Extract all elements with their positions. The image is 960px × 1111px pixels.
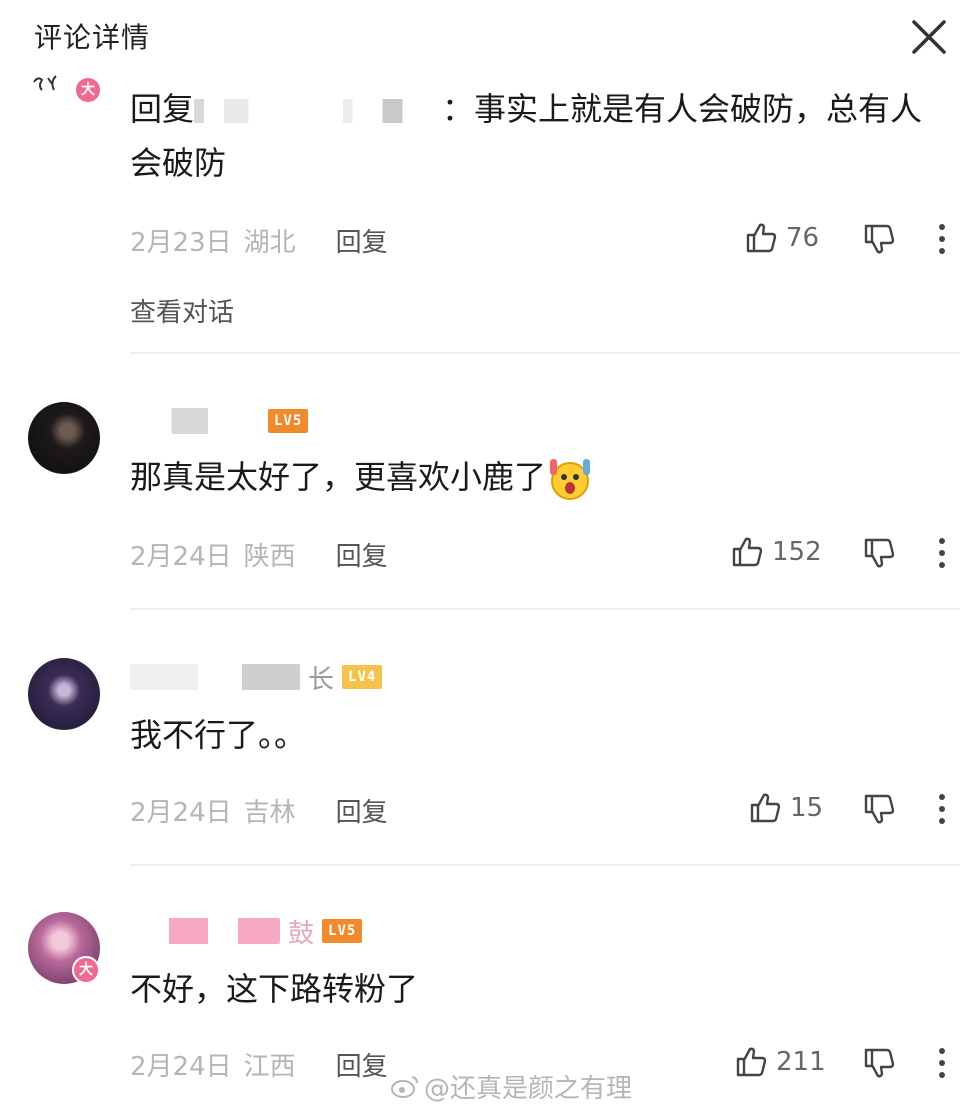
level-badge: LV4 (342, 665, 383, 689)
reply-prefix: 回复 (130, 90, 195, 128)
more-button[interactable] (932, 222, 952, 256)
thumbs-down-icon (864, 538, 895, 568)
dislike-button[interactable] (862, 536, 896, 570)
comment-location: 吉林 (243, 797, 296, 828)
view-conversation-link[interactable]: 查看对话 (130, 292, 234, 329)
vip-badge: 大 (72, 956, 100, 984)
comment-text: 回复 ：事实上就是有人会破防，总有人会破防 (130, 82, 950, 190)
dislike-button[interactable] (862, 222, 896, 256)
watermark: @还真是颜之有理 (390, 1068, 632, 1105)
username-row: 鼓 LV5 (130, 916, 363, 949)
reply-button[interactable]: 回复 (336, 792, 388, 829)
like-count: 15 (790, 793, 824, 823)
redacted-username (194, 99, 443, 123)
comment-body: 不好，这下路转粉了 (130, 970, 419, 1008)
divider (130, 352, 960, 354)
username-visible-part: 鼓 (288, 918, 315, 949)
comment-date: 2月24日 (130, 797, 232, 828)
dislike-button[interactable] (862, 792, 896, 826)
watermark-text: @还真是颜之有理 (424, 1074, 633, 1104)
comment-text: 那真是太好了，更喜欢小鹿了 (130, 450, 950, 504)
comment-location: 湖北 (243, 227, 296, 258)
username-row: 长 LV4 (130, 662, 383, 695)
reply-button[interactable]: 回复 (336, 222, 388, 259)
level-badge: LV5 (268, 409, 309, 433)
weibo-logo-icon (391, 1075, 418, 1098)
thumbs-up-icon (732, 537, 763, 567)
comment-location: 陕西 (243, 541, 296, 572)
shocked-face-emoji (546, 455, 594, 503)
header: 评论详情 (0, 0, 960, 72)
more-vertical-icon (939, 538, 945, 568)
more-button[interactable] (932, 1046, 952, 1080)
close-icon (912, 20, 946, 54)
thumbs-up-icon (736, 1047, 767, 1077)
comment-date: 2月23日 (130, 227, 232, 258)
username-visible-part: 长 (308, 664, 335, 695)
comment-meta: 2月24日 陕西 回复 (130, 536, 388, 572)
like-button[interactable]: 76 (744, 221, 819, 255)
avatar[interactable] (28, 402, 100, 474)
more-button[interactable] (932, 536, 952, 570)
more-vertical-icon (939, 224, 945, 254)
like-button[interactable]: 211 (734, 1045, 826, 1079)
comment-body: 我不行了。。 (130, 716, 307, 754)
page-title: 评论详情 (34, 21, 151, 54)
reply-button[interactable]: 回复 (336, 1046, 388, 1083)
like-count: 152 (772, 537, 822, 567)
divider (130, 608, 960, 610)
avatar[interactable] (28, 658, 100, 730)
comment-body: 那真是太好了，更喜欢小鹿了 (130, 458, 547, 496)
username-row: LV5 (130, 406, 309, 436)
more-vertical-icon (939, 794, 945, 824)
comment-date: 2月24日 (130, 541, 232, 572)
thumbs-up-icon (750, 793, 781, 823)
thumbs-down-icon (864, 224, 895, 254)
thumbs-down-icon (864, 1048, 895, 1078)
like-count: 76 (786, 223, 820, 253)
dislike-button[interactable] (862, 1046, 896, 1080)
reply-button[interactable]: 回复 (336, 536, 388, 573)
comment-meta: 2月24日 吉林 回复 (130, 792, 388, 828)
comment-meta: 2月24日 江西 回复 (130, 1046, 388, 1082)
comment-text: 我不行了。。 (130, 708, 950, 762)
level-badge: LV5 (322, 919, 363, 943)
divider (130, 864, 960, 866)
like-count: 211 (776, 1047, 826, 1077)
more-vertical-icon (939, 1048, 945, 1078)
like-button[interactable]: 15 (748, 791, 823, 825)
redacted-username (130, 918, 280, 944)
like-button[interactable]: 152 (730, 535, 822, 569)
more-button[interactable] (932, 792, 952, 826)
comment-date: 2月24日 (130, 1051, 232, 1082)
thumbs-up-icon (746, 223, 777, 253)
comment-text: 不好，这下路转粉了 (130, 962, 950, 1016)
redacted-username (130, 664, 300, 690)
close-button[interactable] (906, 14, 952, 60)
comment-meta: 2月23日 湖北 回复 (130, 222, 388, 258)
comment-location: 江西 (243, 1051, 296, 1082)
vip-badge: 大 (74, 76, 102, 104)
redacted-username (130, 408, 260, 434)
thumbs-down-icon (864, 794, 895, 824)
